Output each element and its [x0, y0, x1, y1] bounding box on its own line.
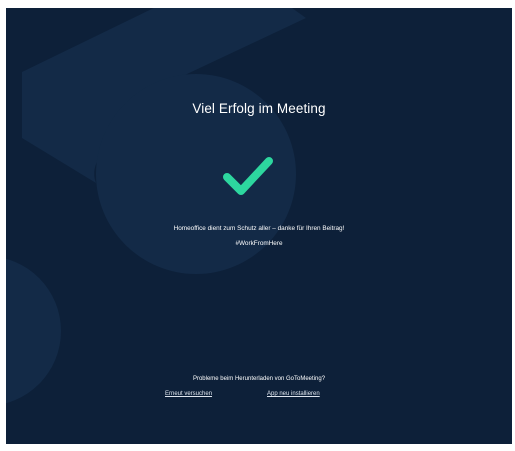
hashtag-text: #WorkFromHere	[235, 240, 283, 247]
reinstall-app-link[interactable]: App neu installieren	[267, 391, 320, 397]
meeting-launch-screen: Viel Erfolg im Meeting Homeoffice dient …	[6, 8, 512, 444]
retry-link[interactable]: Erneut versuchen	[165, 391, 212, 397]
page-title: Viel Erfolg im Meeting	[192, 101, 326, 116]
checkmark-icon	[223, 157, 273, 195]
thank-you-message: Homeoffice dient zum Schutz aller – dank…	[173, 225, 345, 232]
download-problem-text: Probleme beim Herunterladen von GoToMeet…	[192, 376, 326, 382]
